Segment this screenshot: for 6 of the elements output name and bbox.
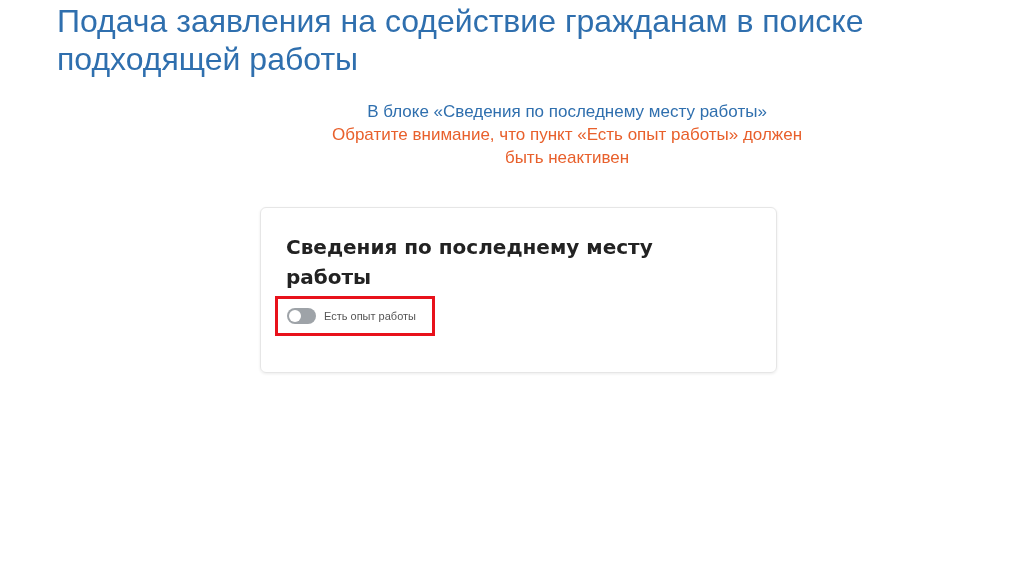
- instruction-text: Обратите внимание, что пункт «Есть опыт работы» должен быть неактивен: [330, 124, 804, 169]
- slide-title: Подача заявления на содействие гражданам в поиске подходящей работы: [57, 2, 865, 78]
- section-title: Сведения по последнему месту работы: [286, 234, 654, 291]
- toggle-switch[interactable]: [287, 308, 316, 324]
- instruction-text: В блоке «Сведения по последнему месту работы»: [366, 101, 768, 123]
- toggle-label: Есть опыт работы: [324, 310, 416, 322]
